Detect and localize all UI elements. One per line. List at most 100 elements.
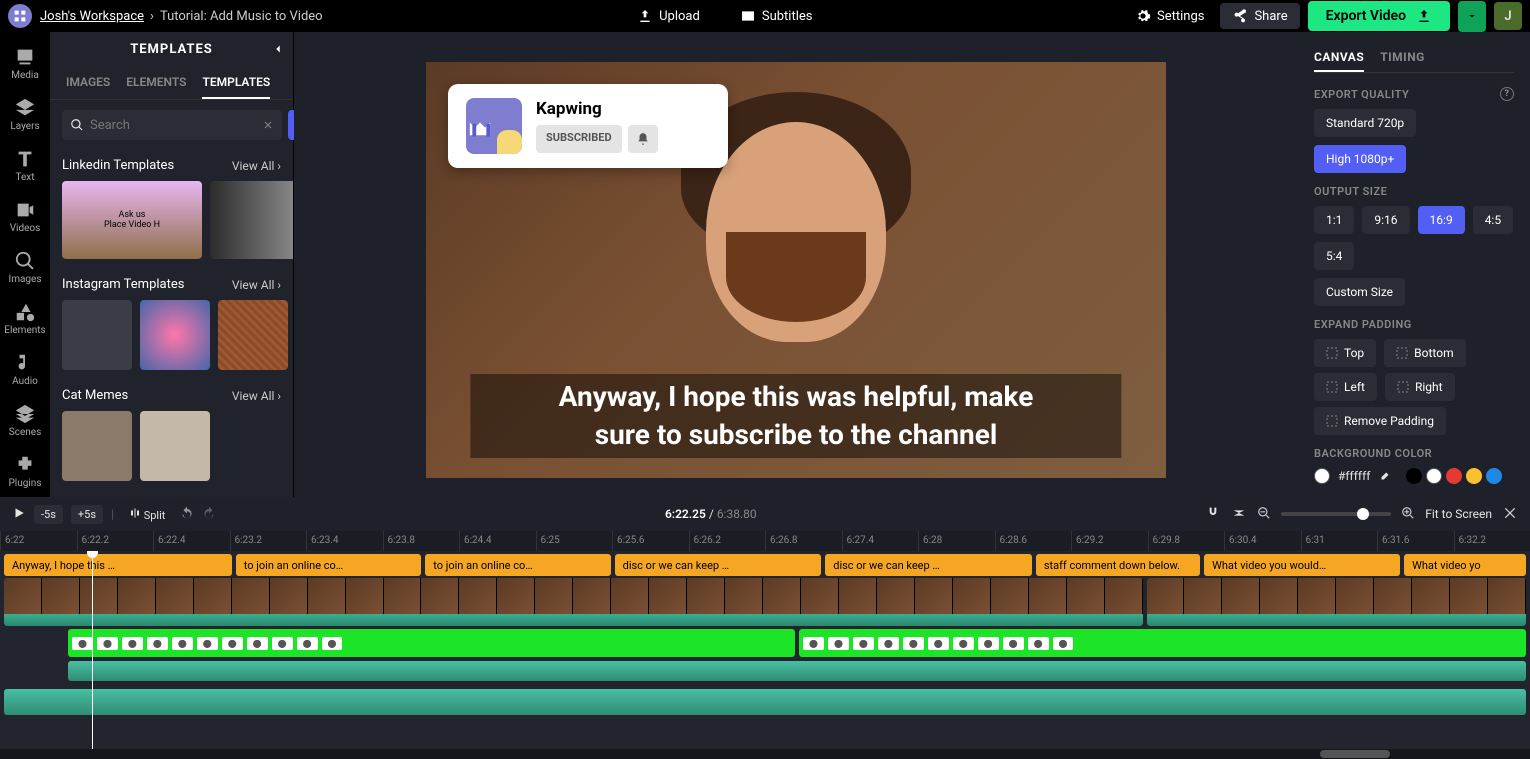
size-5-4[interactable]: 5:4 [1314, 242, 1354, 270]
quality-standard[interactable]: Standard 720p [1314, 109, 1416, 137]
audio-wave[interactable] [68, 661, 1526, 681]
canvas-area[interactable]: Kapwing SUBSCRIBED Anyway, I hope this w… [294, 32, 1298, 497]
rail-videos[interactable]: Videos [0, 191, 50, 242]
pad-right[interactable]: Right [1385, 373, 1455, 401]
tab-timing[interactable]: TIMING [1380, 44, 1425, 72]
back-5s-button[interactable]: -5s [34, 505, 63, 524]
panel-tab-templates[interactable]: TEMPLATES [202, 67, 270, 99]
split-button[interactable]: Split [122, 504, 172, 525]
subtitle-clip[interactable]: to join an online co… [236, 554, 421, 576]
undo-button[interactable] [180, 506, 194, 523]
panel-tab-images[interactable]: IMAGES [66, 67, 110, 99]
subtitle-clip[interactable]: disc or we can keep … [615, 554, 822, 576]
rail-images[interactable]: Images [0, 242, 50, 293]
pad-top[interactable]: Top [1314, 339, 1376, 367]
snap-toggle[interactable] [1205, 505, 1221, 524]
size-16-9[interactable]: 16:9 [1418, 206, 1465, 234]
timeline-scrollbar[interactable] [0, 749, 1530, 759]
subtitle-clip[interactable]: disc or we can keep … [825, 554, 1032, 576]
subtitles-button[interactable]: Subtitles [732, 4, 821, 28]
size-4-5[interactable]: 4:5 [1473, 206, 1513, 234]
rail-layers[interactable]: Layers [0, 89, 50, 140]
search-input[interactable] [90, 118, 256, 133]
view-all-link[interactable]: View All › [232, 278, 281, 292]
zoom-slider[interactable] [1281, 512, 1391, 516]
subtitle-track[interactable]: Anyway, I hope this …to join an online c… [0, 554, 1530, 576]
split-icon [129, 507, 141, 519]
trim-icon [1231, 505, 1247, 521]
zoom-out-button[interactable] [1257, 506, 1271, 523]
collapse-panel-button[interactable] [271, 42, 285, 60]
export-icon [1416, 8, 1432, 24]
video-clip[interactable] [4, 578, 1143, 626]
timeline-tracks[interactable]: Anyway, I hope this …to join an online c… [0, 551, 1530, 749]
user-avatar[interactable]: J [1494, 2, 1522, 30]
play-button[interactable] [12, 506, 26, 523]
palette-swatch[interactable] [1466, 468, 1482, 484]
clear-icon[interactable] [262, 119, 274, 131]
search-box[interactable] [62, 110, 282, 140]
video-clip[interactable] [1147, 578, 1527, 626]
panel-tab-elements[interactable]: ELEMENTS [126, 67, 186, 99]
trim-toggle[interactable] [1231, 505, 1247, 524]
palette-swatch[interactable] [1486, 468, 1502, 484]
view-all-link[interactable]: View All › [232, 159, 281, 173]
template-thumb[interactable] [218, 300, 288, 370]
share-button[interactable]: Share [1220, 3, 1299, 29]
template-thumb[interactable] [62, 300, 132, 370]
zoom-in-button[interactable] [1401, 506, 1415, 523]
scrollbar-thumb[interactable] [1320, 750, 1390, 758]
help-icon[interactable]: ? [1500, 87, 1514, 101]
app-logo[interactable] [8, 4, 32, 28]
subtitle-clip[interactable]: to join an online co… [425, 554, 610, 576]
export-dropdown[interactable] [1458, 1, 1486, 32]
close-timeline-button[interactable] [1502, 505, 1518, 524]
template-thumb[interactable] [62, 411, 132, 481]
rail-elements[interactable]: Elements [0, 293, 50, 344]
subtitle-clip[interactable]: What video yo [1404, 554, 1526, 576]
graphics-clip[interactable]: ⬤⬤⬤⬤⬤⬤⬤⬤⬤⬤⬤ [799, 629, 1526, 657]
upload-button[interactable]: Upload [629, 4, 708, 28]
forward-5s-button[interactable]: +5s [71, 505, 103, 524]
eyedropper-icon[interactable] [1378, 469, 1392, 483]
template-thumb[interactable] [210, 181, 293, 259]
palette-swatch[interactable] [1406, 468, 1422, 484]
size-9-16[interactable]: 9:16 [1362, 206, 1409, 234]
template-thumb[interactable]: Ask usPlace Video H [62, 181, 202, 259]
size-1-1[interactable]: 1:1 [1314, 206, 1354, 234]
settings-button[interactable]: Settings [1127, 4, 1212, 28]
rail-scenes[interactable]: Scenes [0, 395, 50, 446]
palette-swatch[interactable] [1446, 468, 1462, 484]
custom-size-button[interactable]: Custom Size [1314, 278, 1405, 306]
template-thumb[interactable] [140, 300, 210, 370]
timeline-ruler[interactable]: 6:226:22.26:22.46:23.26:23.46:23.86:24.4… [0, 531, 1530, 551]
playhead[interactable] [92, 551, 93, 749]
fit-to-screen-button[interactable]: Fit to Screen [1425, 507, 1492, 521]
remove-padding[interactable]: Remove Padding [1314, 407, 1446, 435]
subtitle-clip[interactable]: What video you would… [1204, 554, 1400, 576]
video-track[interactable] [0, 578, 1530, 626]
rail-media[interactable]: Media [0, 38, 50, 89]
palette-swatch[interactable] [1426, 468, 1442, 484]
graphics-clip[interactable]: ⬤⬤⬤⬤⬤⬤⬤⬤⬤⬤⬤ [68, 629, 795, 657]
pad-bottom[interactable]: Bottom [1384, 339, 1465, 367]
rail-text[interactable]: Text [0, 140, 50, 191]
template-thumb[interactable] [140, 411, 210, 481]
video-preview[interactable]: Kapwing SUBSCRIBED Anyway, I hope this w… [426, 62, 1166, 478]
redo-button[interactable] [202, 506, 216, 523]
tab-canvas[interactable]: CANVAS [1314, 44, 1364, 72]
rail-audio[interactable]: Audio [0, 344, 50, 395]
rail-plugins[interactable]: Plugins [0, 446, 50, 497]
workspace-link[interactable]: Josh's Workspace [40, 9, 144, 24]
subtitle-clip[interactable]: staff comment down below. [1036, 554, 1200, 576]
audio-track[interactable] [0, 661, 1530, 681]
quality-high[interactable]: High 1080p+ [1314, 145, 1406, 173]
graphics-track[interactable]: ⬤⬤⬤⬤⬤⬤⬤⬤⬤⬤⬤ ⬤⬤⬤⬤⬤⬤⬤⬤⬤⬤⬤ [0, 629, 1530, 657]
audio-track-2[interactable] [0, 689, 1530, 715]
audio-wave[interactable] [4, 689, 1526, 715]
export-button[interactable]: Export Video [1308, 1, 1450, 31]
view-all-link[interactable]: View All › [232, 389, 281, 403]
time-display: 6:22.25 / 6:38.80 [665, 507, 757, 521]
subtitle-clip[interactable]: Anyway, I hope this … [4, 554, 232, 576]
pad-left[interactable]: Left [1314, 373, 1377, 401]
